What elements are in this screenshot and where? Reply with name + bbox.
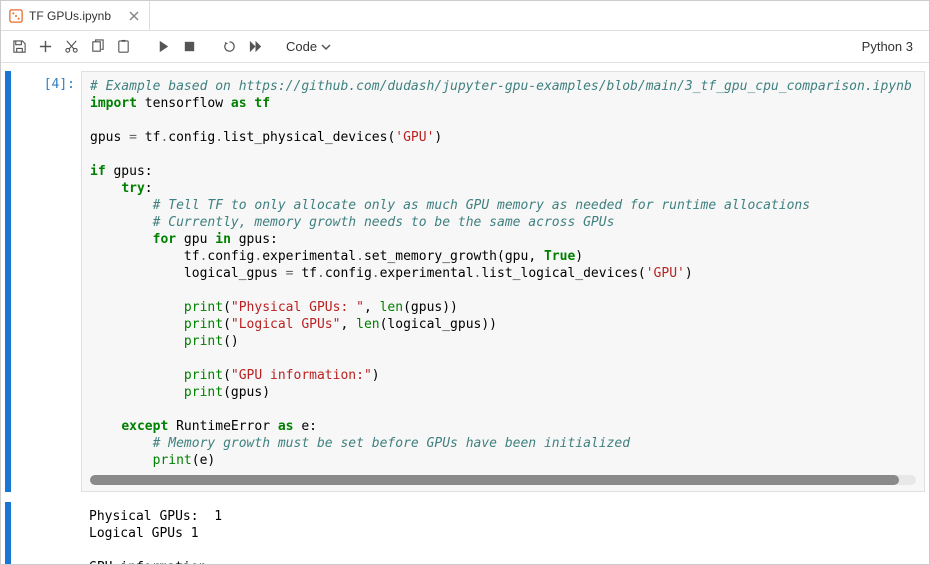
input-prompt: [4]: bbox=[17, 71, 81, 492]
cell-type-select[interactable]: Code bbox=[279, 36, 338, 57]
cut-button[interactable] bbox=[61, 37, 81, 57]
kernel-name[interactable]: Python 3 bbox=[854, 39, 921, 54]
insert-cell-button[interactable] bbox=[35, 37, 55, 57]
restart-run-all-button[interactable] bbox=[245, 37, 265, 57]
close-icon[interactable] bbox=[127, 9, 141, 23]
save-button[interactable] bbox=[9, 37, 29, 57]
cell-output: Physical GPUs: 1 Logical GPUs 1 GPU info… bbox=[81, 502, 925, 564]
notebook-area: [4]: # Example based on https://github.c… bbox=[1, 63, 929, 564]
tab-label: TF GPUs.ipynb bbox=[29, 9, 111, 23]
notebook-toolbar: Code Python 3 bbox=[1, 31, 929, 63]
restart-button[interactable] bbox=[219, 37, 239, 57]
cell-type-label: Code bbox=[286, 39, 317, 54]
stop-button[interactable] bbox=[179, 37, 199, 57]
cell-run-indicator bbox=[5, 71, 11, 492]
code-cell[interactable]: [4]: # Example based on https://github.c… bbox=[5, 71, 925, 492]
notebook-icon bbox=[9, 9, 23, 23]
horizontal-scrollbar[interactable] bbox=[90, 475, 916, 485]
code-editor[interactable]: # Example based on https://github.com/du… bbox=[81, 71, 925, 492]
paste-button[interactable] bbox=[113, 37, 133, 57]
output-prompt bbox=[17, 502, 81, 564]
output-cell: Physical GPUs: 1 Logical GPUs 1 GPU info… bbox=[5, 502, 925, 564]
scrollbar-thumb[interactable] bbox=[90, 475, 899, 485]
tab-bar: TF GPUs.ipynb bbox=[1, 1, 929, 31]
notebook-tab[interactable]: TF GPUs.ipynb bbox=[1, 1, 150, 30]
chevron-down-icon bbox=[321, 42, 331, 52]
cell-run-indicator bbox=[5, 502, 11, 564]
copy-button[interactable] bbox=[87, 37, 107, 57]
run-button[interactable] bbox=[153, 37, 173, 57]
